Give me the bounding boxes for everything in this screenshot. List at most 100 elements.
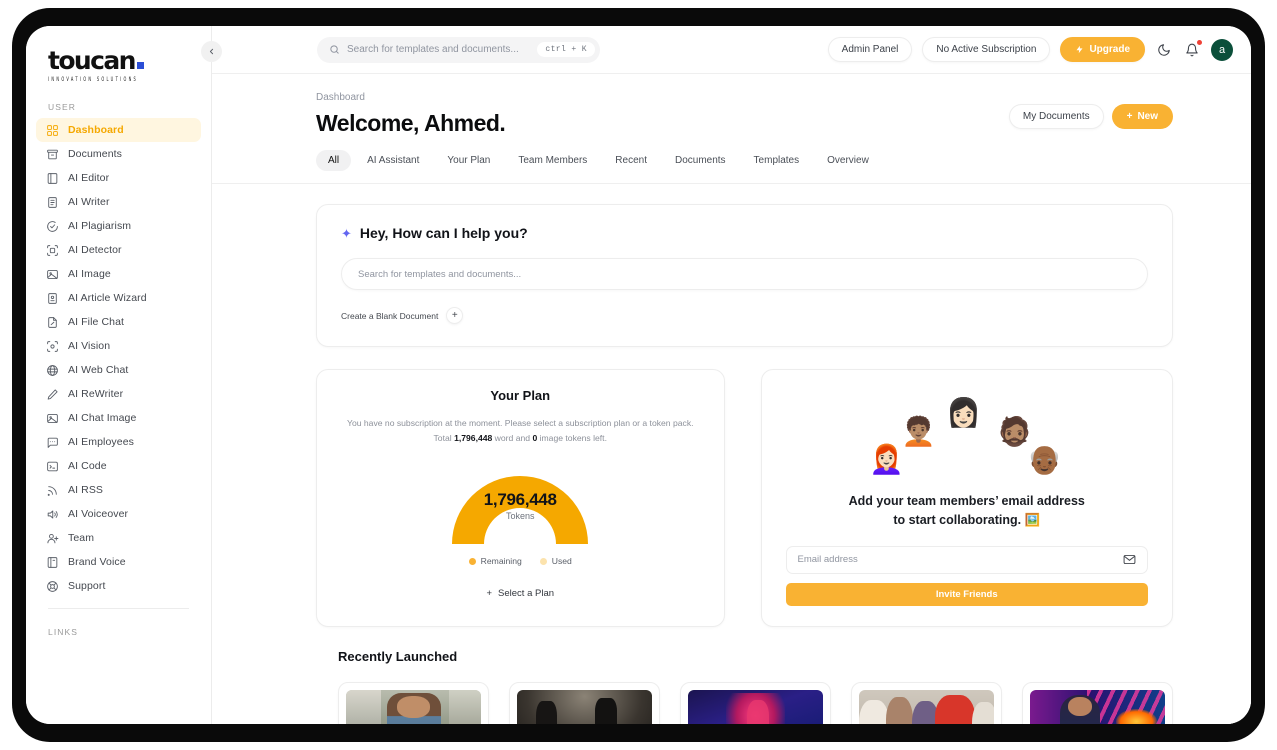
- globe-icon: [46, 364, 59, 377]
- sidebar-item-ai-employees[interactable]: AI Employees: [36, 430, 201, 454]
- your-plan-description: You have no subscription at the moment. …: [339, 416, 702, 446]
- sidebar-item-support[interactable]: Support: [36, 574, 201, 598]
- sidebar-section-user: USER: [48, 102, 77, 112]
- tab-overview[interactable]: Overview: [815, 150, 881, 171]
- recently-launched-item[interactable]: [509, 681, 660, 724]
- tab-ai-assistant[interactable]: AI Assistant: [355, 150, 431, 171]
- sidebar-item-dashboard[interactable]: Dashboard: [36, 118, 201, 142]
- sidebar-collapse-button[interactable]: [201, 41, 222, 62]
- tab-your-plan[interactable]: Your Plan: [435, 150, 502, 171]
- dashboard-tabs: All AI Assistant Your Plan Team Members Rece…: [316, 150, 1251, 171]
- invite-headline-line2: to start collaborating.: [893, 512, 1022, 527]
- sidebar-item-team[interactable]: Team: [36, 526, 201, 550]
- rss-icon: [46, 484, 59, 497]
- legend-label: Remaining: [480, 556, 522, 567]
- sidebar-item-label: AI Detector: [68, 244, 122, 256]
- admin-panel-button[interactable]: Admin Panel: [827, 37, 913, 62]
- sidebar-item-ai-voiceover[interactable]: AI Voiceover: [36, 502, 201, 526]
- tab-all[interactable]: All: [316, 150, 352, 171]
- select-a-plan-button[interactable]: + Select a Plan: [472, 582, 568, 605]
- sidebar-item-ai-detector[interactable]: AI Detector: [36, 238, 201, 262]
- team-avatar: 👩🏻‍🦰: [869, 444, 905, 475]
- recently-launched-item[interactable]: [1022, 681, 1173, 724]
- create-blank-document-row[interactable]: Create a Blank Document +: [341, 307, 1148, 324]
- new-button[interactable]: + New: [1111, 104, 1173, 129]
- top-bar-actions: Admin Panel No Active Subscription Upgra…: [827, 37, 1233, 62]
- sidebar-item-label: AI Plagiarism: [68, 220, 132, 232]
- sidebar-item-ai-writer[interactable]: AI Writer: [36, 190, 201, 214]
- sidebar-item-ai-code[interactable]: AI Code: [36, 454, 201, 478]
- my-documents-button[interactable]: My Documents: [1008, 104, 1104, 129]
- grid-icon: [46, 124, 59, 137]
- plan-desc-suffix: image tokens left.: [537, 433, 607, 444]
- sidebar-item-label: Dashboard: [68, 124, 124, 136]
- sidebar-item-ai-rss[interactable]: AI RSS: [36, 478, 201, 502]
- tab-recent[interactable]: Recent: [603, 150, 659, 171]
- moon-icon: [1158, 43, 1170, 56]
- sidebar-item-documents[interactable]: Documents: [36, 142, 201, 166]
- search-shortcut-badge: ctrl + K: [537, 42, 595, 57]
- terminal-icon: [46, 460, 59, 473]
- sidebar-item-ai-plagiarism[interactable]: AI Plagiarism: [36, 214, 201, 238]
- sidebar-item-ai-web-chat[interactable]: AI Web Chat: [36, 358, 201, 382]
- page-header: Dashboard Welcome, Ahmed. My Documents +…: [212, 74, 1251, 171]
- ai-assistant-card: ✦ Hey, How can I help you? Search for te…: [316, 204, 1173, 347]
- sidebar-item-label: AI Image: [68, 268, 111, 280]
- user-plus-icon: [46, 532, 59, 545]
- sidebar-item-ai-article-wizard[interactable]: AI Article Wizard: [36, 286, 201, 310]
- invite-email-placeholder: Email address: [797, 554, 858, 565]
- breadcrumb: Dashboard: [316, 92, 365, 103]
- global-search-input[interactable]: Search for templates and documents... ct…: [317, 36, 600, 63]
- sidebar-item-label: Team: [68, 532, 95, 544]
- sidebar-item-label: AI Editor: [68, 172, 110, 184]
- image-chat-icon: [46, 412, 59, 425]
- recently-launched-item[interactable]: [680, 681, 831, 724]
- recently-launched-item[interactable]: [851, 681, 1002, 724]
- thumbnail-image: [1030, 689, 1165, 724]
- sidebar-item-ai-rewriter[interactable]: AI ReWriter: [36, 382, 201, 406]
- your-plan-card: Your Plan You have no subscription at th…: [316, 369, 725, 627]
- invite-friends-button[interactable]: Invite Friends: [785, 582, 1148, 606]
- tab-documents[interactable]: Documents: [663, 150, 738, 171]
- lifebuoy-icon: [46, 580, 59, 593]
- sidebar-item-ai-chat-image[interactable]: AI Chat Image: [36, 406, 201, 430]
- recently-launched-item[interactable]: [338, 681, 489, 724]
- notifications-button[interactable]: [1183, 39, 1202, 59]
- upgrade-button[interactable]: Upgrade: [1060, 37, 1145, 62]
- legend-item: Used: [539, 556, 572, 566]
- team-avatar: 🧑🏽‍🦱: [901, 416, 937, 447]
- tablet-device-frame: toucan INNOVATION SOLUTIONS USER Dashboa…: [12, 8, 1265, 742]
- sidebar-item-ai-editor[interactable]: AI Editor: [36, 166, 201, 190]
- tab-templates[interactable]: Templates: [742, 150, 812, 171]
- tab-team-members[interactable]: Team Members: [506, 150, 599, 171]
- tokens-gauge: 1,796,448 Tokens: [438, 462, 602, 546]
- theme-toggle-button[interactable]: [1155, 41, 1173, 59]
- plan-desc-mid: word and: [492, 433, 533, 444]
- book-icon: [46, 172, 59, 185]
- legend-dot: [468, 557, 476, 565]
- sidebar-item-label: AI Article Wizard: [68, 292, 147, 304]
- logo-tagline: INNOVATION SOLUTIONS: [48, 76, 139, 83]
- team-avatar: 👴🏾: [1027, 444, 1063, 475]
- sidebar-item-label: Documents: [68, 148, 123, 160]
- thumbnail-image: [517, 689, 652, 724]
- search-icon: [329, 44, 340, 55]
- bell-icon: [1186, 43, 1198, 56]
- ai-assistant-search-input[interactable]: Search for templates and documents...: [341, 258, 1148, 290]
- user-avatar[interactable]: a: [1211, 38, 1233, 61]
- sidebar-item-label: AI Vision: [68, 340, 111, 352]
- invite-email-input[interactable]: Email address: [785, 545, 1148, 574]
- sidebar-item-ai-file-chat[interactable]: AI File Chat: [36, 310, 201, 334]
- subscription-status-button[interactable]: No Active Subscription: [922, 37, 1051, 62]
- plus-icon: +: [1126, 111, 1133, 122]
- app-logo[interactable]: toucan INNOVATION SOLUTIONS: [36, 26, 201, 84]
- file-edit-icon: [46, 316, 59, 329]
- sidebar-item-ai-vision[interactable]: AI Vision: [36, 334, 201, 358]
- app-screen: toucan INNOVATION SOLUTIONS USER Dashboa…: [26, 26, 1251, 724]
- sidebar-item-brand-voice[interactable]: Brand Voice: [36, 550, 201, 574]
- dashboard-body: ✦ Hey, How can I help you? Search for te…: [212, 184, 1251, 724]
- new-button-label: New: [1137, 111, 1158, 122]
- plan-word-tokens: 1,796,448: [454, 433, 493, 444]
- plus-icon[interactable]: +: [446, 307, 464, 324]
- sidebar-item-ai-image[interactable]: AI Image: [36, 262, 201, 286]
